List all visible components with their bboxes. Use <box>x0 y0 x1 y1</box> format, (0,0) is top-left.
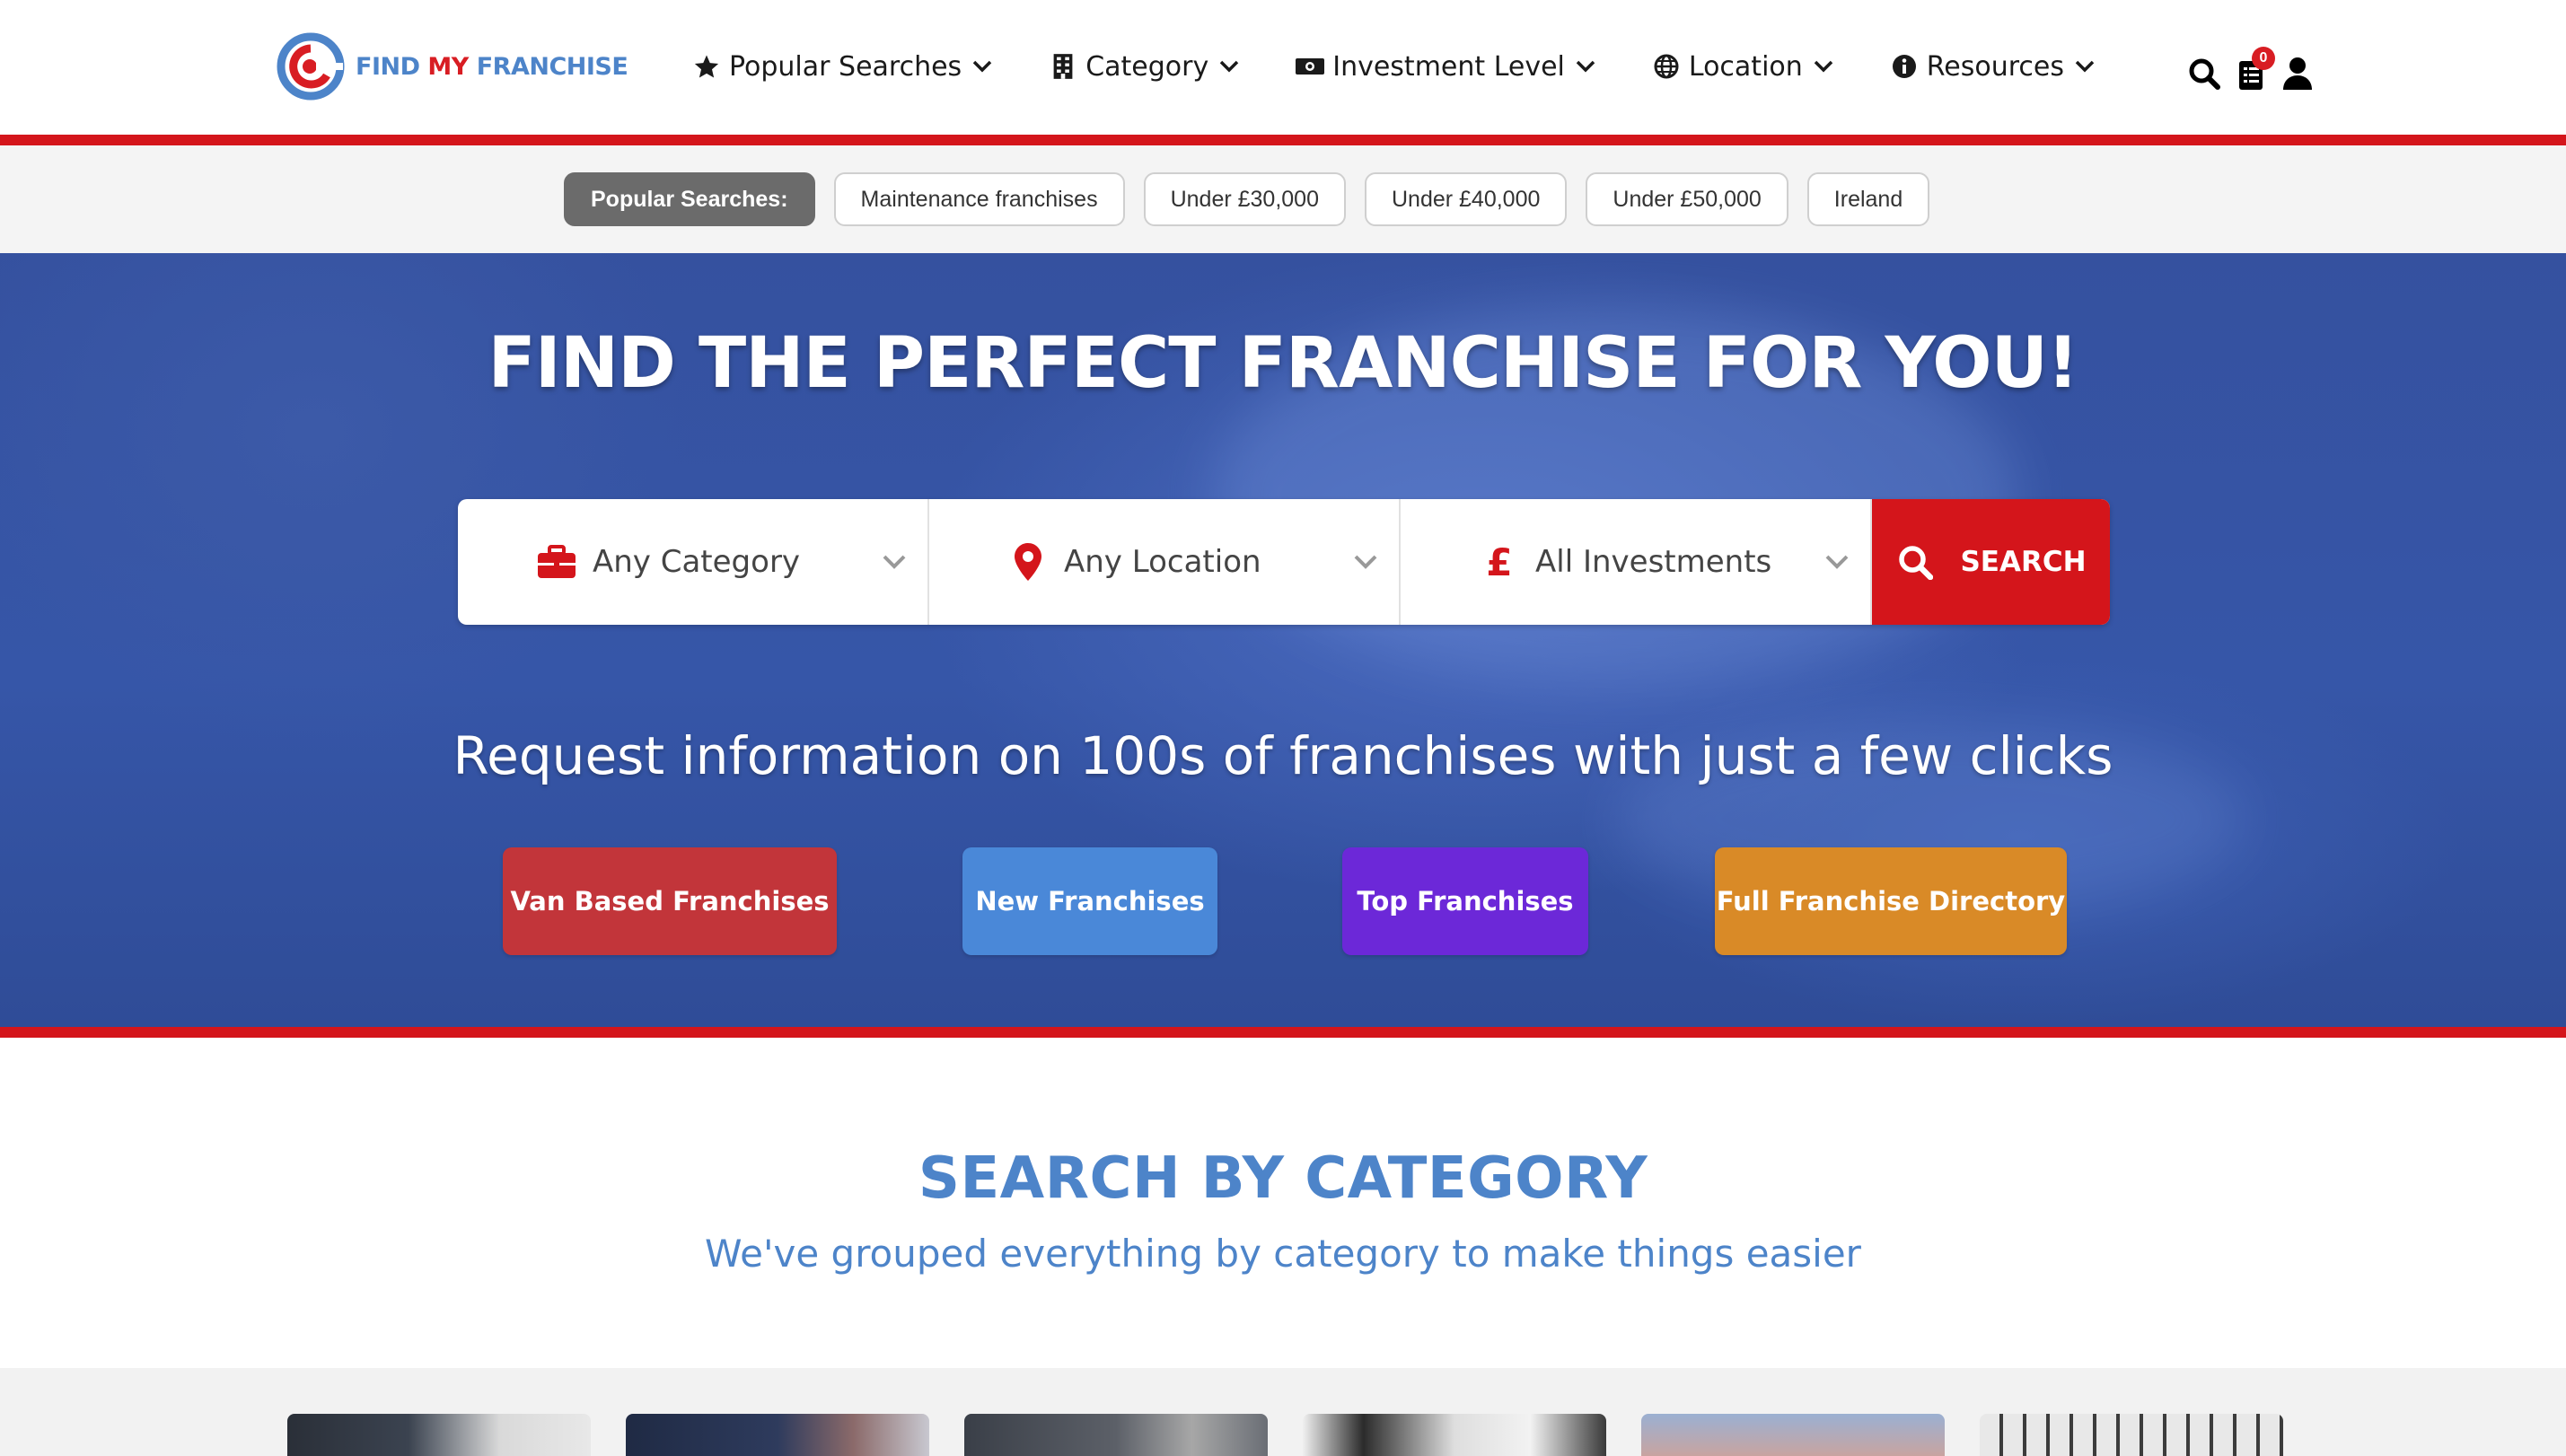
site-logo[interactable]: FIND MY FRANCHISE <box>277 32 628 101</box>
nav-popular-searches[interactable]: Popular Searches <box>691 51 992 83</box>
cart-count-badge: 0 <box>2252 47 2275 70</box>
logo-word-3: FRANCHISE <box>476 52 628 81</box>
chevron-down-icon <box>883 555 906 569</box>
popular-search-under-50000[interactable]: Under £50,000 <box>1586 172 1788 226</box>
franchise-search-form: Any Category Any Location £ All Investme… <box>458 499 2110 625</box>
investment-select[interactable]: £ All Investments <box>1401 499 1872 625</box>
logo-word-1: FIND <box>356 52 420 81</box>
nav-investment-level[interactable]: Investment Level <box>1295 51 1595 83</box>
cta-label: New Franchises <box>975 886 1205 917</box>
search-icon[interactable] <box>2187 56 2221 92</box>
van-based-franchises-button[interactable]: Van Based Franchises <box>503 847 837 955</box>
hero-divider <box>0 1027 2566 1038</box>
site-header: FIND MY FRANCHISE Popular Searches Categ… <box>0 0 2566 135</box>
user-icon[interactable] <box>2280 56 2315 92</box>
full-franchise-directory-button[interactable]: Full Franchise Directory <box>1715 847 2067 955</box>
cart-icon[interactable]: 0 <box>2234 47 2275 92</box>
popular-searches-label: Popular Searches: <box>564 172 815 226</box>
nav-label: Investment Level <box>1332 50 1565 83</box>
category-select-value: Any Category <box>593 544 801 580</box>
category-card[interactable] <box>626 1414 929 1456</box>
top-franchises-button[interactable]: Top Franchises <box>1342 847 1588 955</box>
category-card[interactable] <box>1303 1414 1606 1456</box>
nav-resources[interactable]: Resources <box>1889 51 2095 83</box>
cta-label: Top Franchises <box>1357 886 1574 917</box>
search-button-label: SEARCH <box>1960 546 2087 578</box>
search-button[interactable]: SEARCH <box>1872 499 2110 625</box>
cta-label: Full Franchise Directory <box>1716 886 2066 917</box>
category-section-subtitle: We've grouped everything by category to … <box>705 1232 1861 1276</box>
nav-location[interactable]: Location <box>1651 51 1833 83</box>
location-select[interactable]: Any Location <box>929 499 1401 625</box>
cta-label: Van Based Franchises <box>510 886 830 917</box>
hero-subtitle: Request information on 100s of franchise… <box>453 725 2113 786</box>
investment-select-value: All Investments <box>1535 544 1772 580</box>
nav-category[interactable]: Category <box>1048 51 1239 83</box>
map-pin-icon <box>1008 542 1048 582</box>
header-divider <box>0 135 2566 145</box>
globe-icon <box>1651 51 1682 82</box>
popular-search-maintenance[interactable]: Maintenance franchises <box>833 172 1125 226</box>
popular-search-ireland[interactable]: Ireland <box>1806 172 1930 226</box>
new-franchises-button[interactable]: New Franchises <box>962 847 1217 955</box>
category-section-title: SEARCH BY CATEGORY <box>918 1145 1648 1212</box>
popular-search-under-30000[interactable]: Under £30,000 <box>1143 172 1346 226</box>
category-card[interactable] <box>964 1414 1268 1456</box>
chevron-down-icon <box>2075 57 2095 76</box>
chevron-down-icon <box>1825 555 1849 569</box>
chevron-down-icon <box>1354 555 1377 569</box>
nav-label: Location <box>1688 50 1803 83</box>
chevron-down-icon <box>1576 57 1595 76</box>
money-icon <box>1295 51 1325 82</box>
chevron-down-icon <box>1219 57 1239 76</box>
logo-word-2: MY <box>427 52 469 81</box>
search-icon <box>1895 542 1935 582</box>
chevron-down-icon <box>1814 57 1833 76</box>
popular-searches-bar: Popular Searches: Maintenance franchises… <box>0 145 2566 253</box>
nav-label: Popular Searches <box>729 50 962 83</box>
logo-icon <box>277 32 345 101</box>
chevron-down-icon <box>972 57 992 76</box>
building-icon <box>1048 51 1078 82</box>
logo-wordmark: FIND MY FRANCHISE <box>356 53 628 81</box>
hero-banner: FIND THE PERFECT FRANCHISE FOR YOU! Any … <box>0 253 2566 1027</box>
nav-label: Category <box>1085 50 1209 83</box>
pound-icon: £ <box>1486 539 1513 584</box>
main-nav: Popular Searches Category Investment Lev… <box>691 45 2150 88</box>
category-card[interactable] <box>287 1414 591 1456</box>
header-actions: 0 <box>2187 47 2327 92</box>
info-icon <box>1889 51 1920 82</box>
category-card[interactable] <box>1641 1414 1945 1456</box>
star-icon <box>691 51 722 82</box>
briefcase-icon <box>537 542 576 582</box>
category-select[interactable]: Any Category <box>458 499 929 625</box>
hero-title: FIND THE PERFECT FRANCHISE FOR YOU! <box>488 323 2079 404</box>
category-card[interactable] <box>1980 1414 2283 1456</box>
location-select-value: Any Location <box>1064 544 1261 580</box>
nav-label: Resources <box>1926 50 2064 83</box>
popular-search-under-40000[interactable]: Under £40,000 <box>1364 172 1568 226</box>
